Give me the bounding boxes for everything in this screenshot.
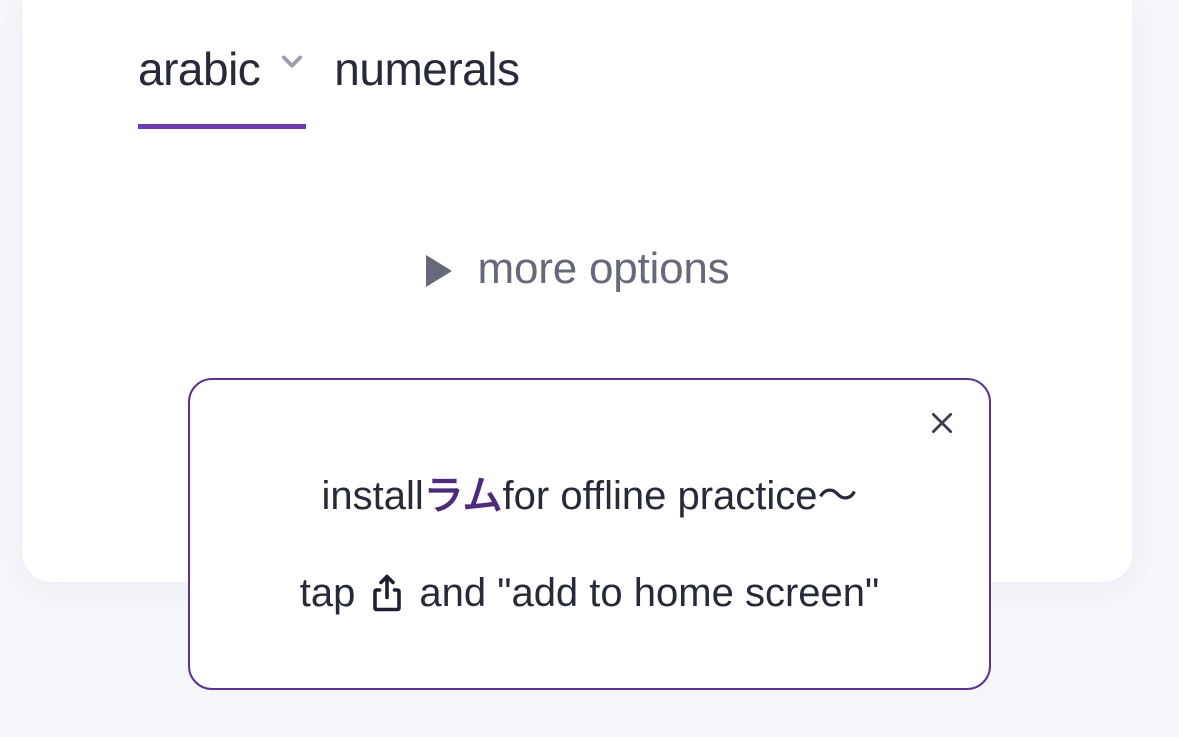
dropdown-value: arabic	[138, 42, 260, 96]
close-icon	[929, 410, 955, 436]
numeral-system-row: arabic numerals	[138, 42, 520, 129]
close-button[interactable]	[929, 410, 955, 436]
install-line-1: install ラム for offline practice〜	[321, 463, 857, 521]
install-line-2: tap and "add to home screen"	[300, 571, 879, 616]
more-options-label: more options	[478, 244, 730, 294]
share-icon	[369, 572, 405, 614]
tap-suffix: and "add to home screen"	[419, 571, 879, 616]
more-options-toggle[interactable]: more options	[23, 244, 1132, 294]
app-name: ラム	[424, 463, 503, 521]
install-suffix: for offline practice〜	[503, 463, 858, 521]
dropdown-suffix-label: numerals	[334, 42, 519, 124]
chevron-down-icon	[278, 47, 306, 75]
install-popup: install ラム for offline practice〜 tap and…	[188, 378, 991, 690]
tap-prefix: tap	[300, 571, 356, 616]
numeral-system-dropdown[interactable]: arabic	[138, 42, 306, 129]
install-prefix: install	[321, 474, 423, 519]
play-icon	[426, 255, 452, 287]
